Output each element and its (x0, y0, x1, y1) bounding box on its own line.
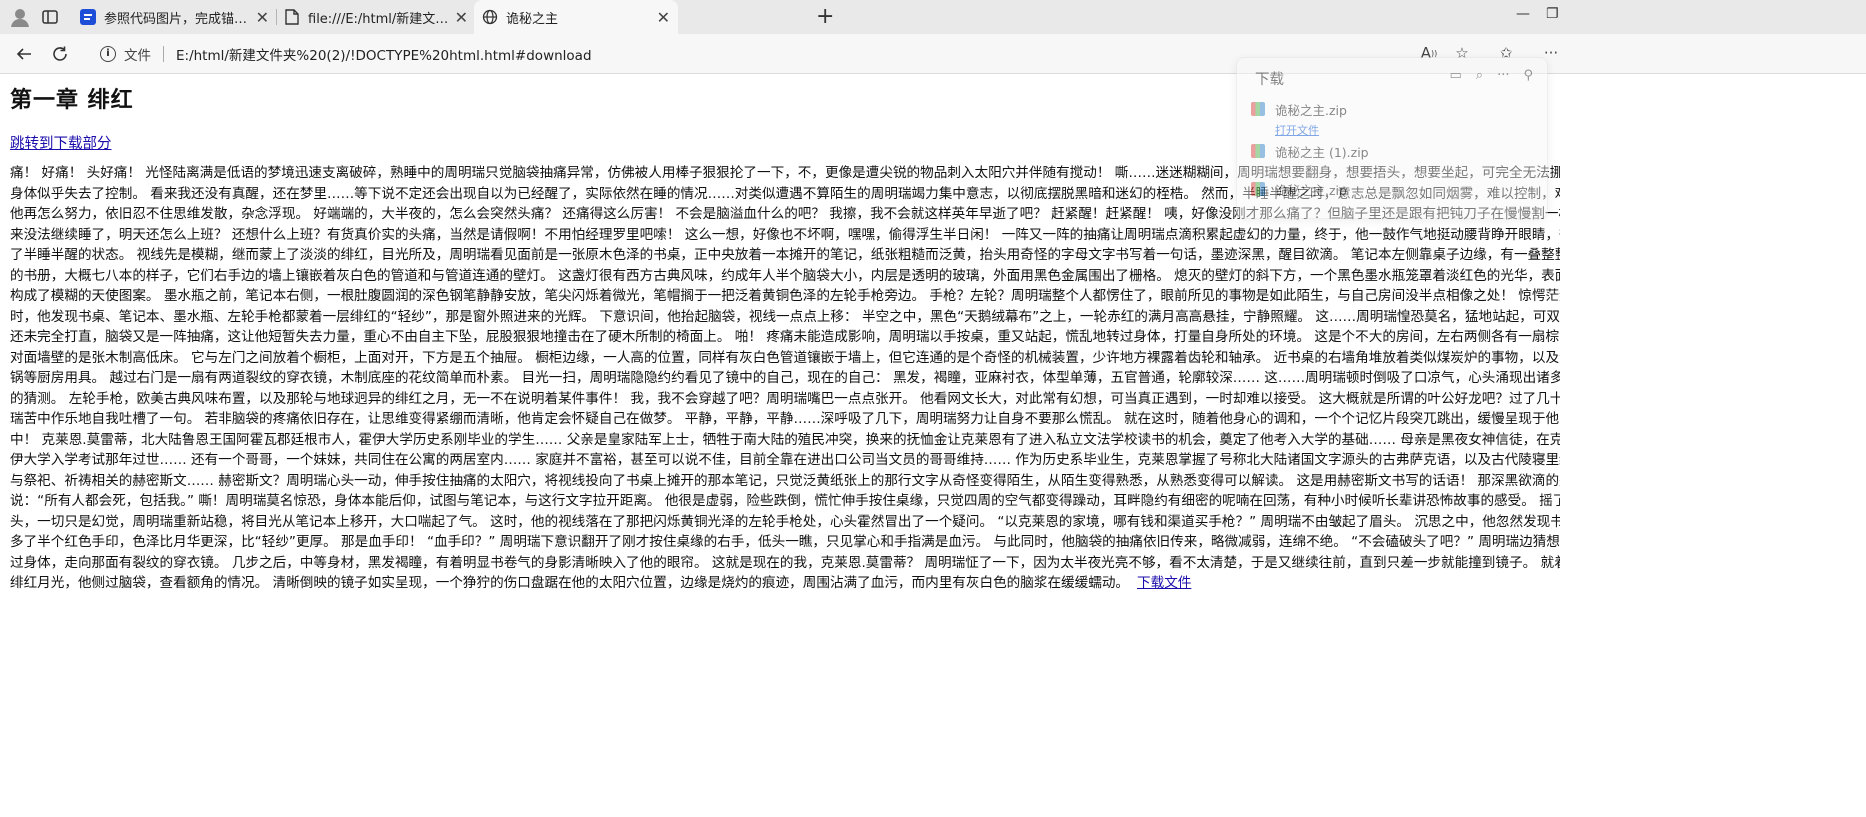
text-line-content: 了半睡半醒的状态。 视线先是模糊，继而蒙上了淡淡的绯红，目光所及，周明瑞看见面前… (10, 247, 1560, 263)
url-text[interactable]: E:/html/新建文件夹%20(2)/!DOCTYPE%20html.html… (176, 44, 592, 64)
restore-icon[interactable]: ❐ (1546, 6, 1559, 22)
text-line: 构成了模糊的天使图案。 墨水瓶之前，笔记本右侧，一根肚腹圆润的深色钢笔静静安放，… (10, 286, 1560, 307)
page-favicon-icon (80, 9, 96, 25)
text-line-content: 绯红月光，他侧过脑袋，查看额角的情况。 清晰倒映的镜子如实呈现，一个狰狞的伤口盘… (10, 575, 1130, 591)
text-line: 说：“所有人都会死，包括我。” 嘶！周明瑞莫名惊恐，身体本能后仰，试图与笔记本，… (10, 491, 1560, 512)
text-line: 瑞苦中作乐地自我吐槽了一句。 若非脑袋的疼痛依旧存在，让思维变得紧绷而清晰，他肯… (10, 409, 1560, 430)
text-line: 头，一切只是幻觉，周明瑞重新站稳，将目光从笔记本上移开，大口喘起了气。 这时，他… (10, 512, 1560, 533)
text-line: 的书册，大概七八本的样子，它们右手边的墙上镶嵌着灰白色的管道和与管道连通的壁灯。… (10, 266, 1560, 287)
text-line: 时，他发现书桌、笔记本、墨水瓶、左轮手枪都蒙着一层绯红的“轻纱”，那是窗外照进来… (10, 307, 1560, 328)
download-item[interactable]: 诡秘之主.zip (1251, 180, 1347, 199)
close-tab-icon[interactable]: ✕ (657, 8, 670, 27)
text-line: 锅等厨房用具。 越过右门是一扇有两道裂纹的穿衣镜，木制底座的花纹简单而朴素。 目… (10, 368, 1560, 389)
text-line: 中！ 克莱恩.莫雷蒂，北大陆鲁恩王国阿霍瓦郡廷根市人，霍伊大学历史系刚毕业的学生… (10, 430, 1560, 451)
text-line: 来没法继续睡了，明天还怎么上班？ 还想什么上班？有货真价实的头痛，当然是请假啊！… (10, 225, 1560, 246)
archive-file-icon (1251, 182, 1265, 196)
download-filename: 诡秘之主 (1).zip (1275, 145, 1369, 160)
site-info-icon[interactable]: i (100, 45, 116, 62)
toolbar: i 文件 E:/html/新建文件夹%20(2)/!DOCTYPE%20html… (0, 34, 1866, 74)
text-line-content: 构成了模糊的天使图案。 墨水瓶之前，笔记本右侧，一根肚腹圆润的深色钢笔静静安放，… (10, 288, 1560, 304)
chapter-text: 痛！ 好痛！ 头好痛！ 光怪陆离满是低语的梦境迅速支离破碎，熟睡中的周明瑞只觉脑… (10, 163, 1560, 594)
text-line-content: 中！ 克莱恩.莫雷蒂，北大陆鲁恩王国阿霍瓦郡廷根市人，霍伊大学历史系刚毕业的学生… (10, 431, 1560, 448)
text-line: 了半睡半醒的状态。 视线先是模糊，继而蒙上了淡淡的绯红，目光所及，周明瑞看见面前… (10, 245, 1560, 266)
jump-to-download-link[interactable]: 跳转到下载部分 (10, 132, 112, 153)
text-line-content: 与祭祀、祈祷相关的赫密斯文…… 赫密斯文？周明瑞心头一动，伸手按住抽痛的太阳穴，… (10, 472, 1560, 489)
close-tab-icon[interactable]: ✕ (256, 8, 269, 27)
tab-strip: 参照代码图片，完成锚点和下载项 ✕ file:///E:/html/新建文件夹%… (0, 0, 1866, 34)
tab-file-url[interactable]: file:///E:/html/新建文件夹%20(2)/ ✕ (276, 0, 476, 34)
open-file-link[interactable]: 打开文件 (1275, 122, 1347, 138)
download-filename: 诡秘之主.zip (1275, 183, 1347, 198)
text-line-content: 头，一切只是幻觉，周明瑞重新站稳，将目光从笔记本上移开，大口喘起了气。 这时，他… (10, 513, 1560, 530)
close-tab-icon[interactable]: ✕ (455, 8, 468, 27)
page-content: 第一章 绯红 跳转到下载部分 痛！ 好痛！ 头好痛！ 光怪陆离满是低语的梦境迅速… (10, 74, 1866, 594)
text-line-content: 还未完全打直，脑袋又是一阵抽痛，这让他短暂失去力量，重心不由自主下坠，屁股狠狠地… (10, 329, 1560, 345)
tab-title: file:///E:/html/新建文件夹%20(2)/ (308, 11, 449, 27)
text-line: 的猜测。 左轮手枪，欧美古典风味布置，以及那轮与地球迥异的绯红之月，无一不在说明… (10, 389, 1560, 410)
text-line: 对面墙壁的是张木制高低床。 它与左门之间放着个橱柜，上面对开，下方是五个抽屉。 … (10, 348, 1560, 369)
globe-icon (482, 9, 498, 25)
download-filename: 诡秘之主.zip (1275, 103, 1347, 118)
tab-active-page[interactable]: 诡秘之主 ✕ (474, 0, 678, 34)
text-line-content: 过身体，走向那面有裂纹的穿衣镜。 几步之后，中等身材，黑发褐瞳，有着明显书卷气的… (10, 554, 1560, 571)
download-file-link[interactable]: 下载文件 (1137, 575, 1191, 591)
back-arrow-icon[interactable] (12, 42, 36, 66)
tab-actions-icon[interactable] (38, 5, 62, 29)
tab-title: 诡秘之主 (506, 11, 559, 27)
refresh-icon[interactable] (48, 42, 72, 66)
text-line-content: 的猜测。 左轮手枪，欧美古典风味布置，以及那轮与地球迥异的绯红之月，无一不在说明… (10, 390, 1560, 407)
downloads-toolbar: ▭ ⌕ ··· ⚲ (1449, 68, 1533, 83)
text-line-content: 时，他发现书桌、笔记本、墨水瓶、左轮手枪都蒙着一层绯红的“轻纱”，那是窗外照进来… (10, 308, 1560, 325)
search-icon[interactable]: ⌕ (1476, 68, 1483, 83)
text-line: 还未完全打直，脑袋又是一阵抽痛，这让他短暂失去力量，重心不由自主下坠，屁股狠狠地… (10, 327, 1560, 348)
minimize-icon[interactable]: — (1516, 6, 1530, 22)
download-item[interactable]: 诡秘之主.zip 打开文件 (1251, 100, 1347, 138)
archive-file-icon (1251, 102, 1265, 116)
more-options-icon[interactable]: ··· (1497, 68, 1509, 83)
tab-reference-code[interactable]: 参照代码图片，完成锚点和下载项 ✕ (72, 0, 277, 34)
file-icon (284, 9, 300, 25)
text-line-content: 说：“所有人都会死，包括我。” 嘶！周明瑞莫名惊恐，身体本能后仰，试图与笔记本，… (10, 493, 1560, 509)
chapter-heading: 第一章 绯红 (10, 88, 134, 113)
text-line: 多了半个红色手印，色泽比月华更深，比“轻纱”更厚。 那是血手印！ “血手印？” … (10, 532, 1560, 553)
tab-title: 参照代码图片，完成锚点和下载项 (104, 11, 250, 27)
text-line-content: 来没法继续睡了，明天还怎么上班？ 还想什么上班？有货真价实的头痛，当然是请假啊！… (10, 226, 1560, 243)
text-line-content: 锅等厨房用具。 越过右门是一扇有两道裂纹的穿衣镜，木制底座的花纹简单而朴素。 目… (10, 370, 1560, 386)
text-line: 与祭祀、祈祷相关的赫密斯文…… 赫密斯文？周明瑞心头一动，伸手按住抽痛的太阳穴，… (10, 471, 1560, 492)
text-line-content: 多了半个红色手印，色泽比月华更深，比“轻纱”更厚。 那是血手印！ “血手印？” … (10, 534, 1560, 550)
text-line: 伊大学入学考试那年过世…… 还有一个哥哥，一个妹妹，共同住在公寓的两居室内…… … (10, 450, 1560, 471)
text-line-content: 对面墙壁的是张木制高低床。 它与左门之间放着个橱柜，上面对开，下方是五个抽屉。 … (10, 349, 1560, 366)
download-item[interactable]: 诡秘之主 (1).zip (1251, 142, 1369, 161)
open-folder-icon[interactable]: ▭ (1449, 68, 1461, 83)
profile-avatar-icon[interactable] (8, 5, 32, 29)
downloads-panel: 下载 ▭ ⌕ ··· ⚲ 诡秘之主.zip 打开文件 诡秘之主 (1).zip … (1236, 57, 1548, 219)
text-line-content: 的书册，大概七八本的样子，它们右手边的墙上镶嵌着灰白色的管道和与管道连通的壁灯。… (10, 267, 1560, 284)
downloads-title: 下载 (1255, 72, 1284, 88)
text-line: 过身体，走向那面有裂纹的穿衣镜。 几步之后，中等身材，黑发褐瞳，有着明显书卷气的… (10, 553, 1560, 574)
archive-file-icon (1251, 144, 1265, 158)
pin-icon[interactable]: ⚲ (1523, 68, 1533, 83)
scheme-label: 文件 (124, 47, 151, 64)
text-line-content: 瑞苦中作乐地自我吐槽了一句。 若非脑袋的疼痛依旧存在，让思维变得紧绷而清晰，他肯… (10, 411, 1560, 427)
new-tab-icon[interactable]: + (816, 4, 834, 29)
address-divider (163, 45, 164, 62)
text-line-content: 伊大学入学考试那年过世…… 还有一个哥哥，一个妹妹，共同住在公寓的两居室内…… … (10, 452, 1560, 468)
text-line: 绯红月光，他侧过脑袋，查看额角的情况。 清晰倒映的镜子如实呈现，一个狰狞的伤口盘… (10, 573, 1560, 594)
